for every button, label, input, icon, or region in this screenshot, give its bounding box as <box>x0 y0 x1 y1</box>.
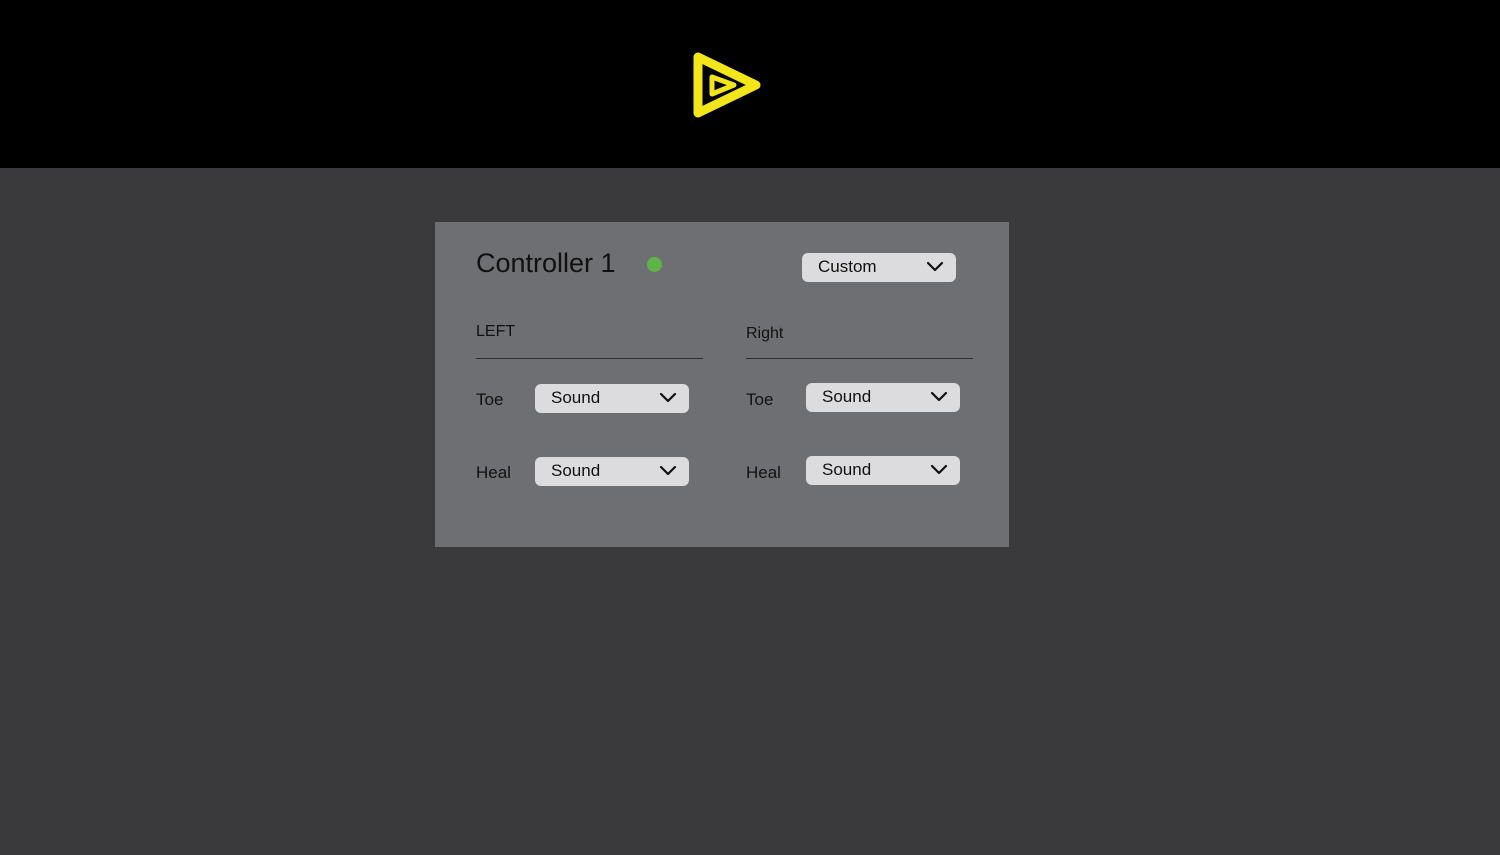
left-section-divider <box>476 358 703 359</box>
left-toe-label: Toe <box>476 390 504 409</box>
top-bar <box>0 0 1500 168</box>
right-heal-label: Heal <box>746 463 781 482</box>
left-heal-dropdown[interactable]: Sound <box>535 457 689 486</box>
left-toe-dropdown[interactable]: Sound <box>535 384 689 413</box>
right-section-label: Right <box>746 325 784 342</box>
chevron-down-icon <box>659 465 677 476</box>
left-heal-dropdown-value: Sound <box>551 461 601 480</box>
left-toe-dropdown-value: Sound <box>551 388 601 407</box>
controller-panel: Controller 1 Custom LEFT Toe Sound Heal … <box>435 222 1009 547</box>
right-heal-dropdown[interactable]: Sound <box>806 456 960 485</box>
chevron-down-icon <box>930 464 948 475</box>
right-section-divider <box>746 358 973 359</box>
chevron-down-icon <box>926 261 944 272</box>
left-heal-label: Heal <box>476 463 511 482</box>
chevron-down-icon <box>930 391 948 402</box>
preset-dropdown-value: Custom <box>818 257 877 276</box>
play-triangle-icon[interactable] <box>690 49 764 119</box>
right-heal-dropdown-value: Sound <box>822 460 872 479</box>
chevron-down-icon <box>659 392 677 403</box>
right-toe-dropdown-value: Sound <box>822 387 872 406</box>
connection-status-indicator <box>647 257 662 272</box>
controller-title: Controller 1 <box>476 248 616 278</box>
right-toe-dropdown[interactable]: Sound <box>806 383 960 412</box>
preset-dropdown[interactable]: Custom <box>802 253 956 282</box>
right-toe-label: Toe <box>746 390 774 409</box>
left-section-label: LEFT <box>476 323 516 340</box>
